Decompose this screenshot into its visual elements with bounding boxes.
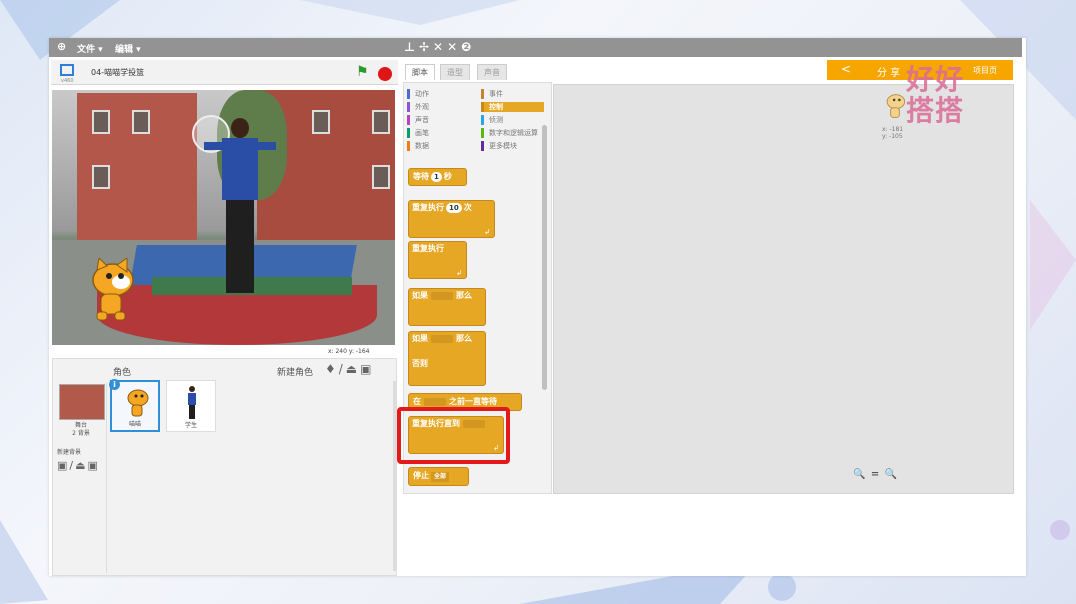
category-operators[interactable]: 数字和逻辑运算	[481, 128, 538, 138]
category-looks[interactable]: 外观	[407, 102, 429, 112]
globe-icon[interactable]: ⊕	[57, 40, 66, 53]
tab-costumes[interactable]: 造型	[440, 64, 470, 80]
block-stop[interactable]: 停止 全部	[408, 467, 469, 486]
loop-arrow-icon: ↲	[456, 269, 462, 277]
block-if-else-header: 如果 那么	[408, 331, 486, 347]
condition-slot[interactable]	[431, 291, 453, 300]
cat-thumbnail-icon	[127, 389, 149, 417]
window	[132, 110, 150, 134]
script-area[interactable]: x: -181 y: -105 🔍 = 🔍	[553, 84, 1014, 494]
block-else-label: 否则	[412, 359, 428, 368]
category-control[interactable]: 控制	[481, 102, 544, 112]
watermark-line2: 搭搭	[906, 94, 965, 127]
zoom-controls[interactable]: 🔍 = 🔍	[853, 469, 898, 480]
palette-scrollbar[interactable]	[542, 125, 547, 390]
mouse-coordinates: x: 240 y: -164	[328, 348, 370, 355]
stage-thumbnail[interactable]	[59, 384, 105, 420]
student-head	[231, 118, 249, 138]
toolbar-icons[interactable]: ⊥✢✕✕❷	[404, 40, 475, 54]
block-stop-label: 停止	[413, 471, 429, 480]
sprite-tile-cat[interactable]: i 喵喵	[109, 379, 160, 432]
current-sprite-icon	[886, 94, 906, 118]
stage-label: 舞台 2 背景	[66, 422, 96, 438]
block-if-label: 如果	[412, 291, 428, 300]
sprite-position: x: -181 y: -105	[882, 126, 903, 140]
category-more-blocks[interactable]: 更多模块	[481, 141, 517, 151]
new-sprite-label: 新建角色	[277, 368, 314, 378]
fullscreen-icon[interactable]	[60, 64, 74, 76]
sprite-x: x: -181	[882, 126, 904, 133]
category-pen[interactable]: 画笔	[407, 128, 429, 138]
watermark: 好好 搭搭	[906, 64, 964, 126]
stop-option-dropdown[interactable]: 全部	[431, 472, 450, 482]
sprites-panel: 角色 新建角色 ♦/⏏▣ 舞台 2 背景 新建背景 ▣/⏏▣ i 喵喵 学生	[52, 358, 397, 576]
green-flag-icon[interactable]: ⚑	[356, 64, 369, 80]
window	[92, 110, 110, 134]
category-sound[interactable]: 声音	[407, 115, 429, 125]
file-menu[interactable]: 文件 ▾	[77, 42, 103, 55]
stage-thumbnail-column: 舞台 2 背景 新建背景 ▣/⏏▣	[56, 383, 107, 573]
student-thumbnail-icon	[188, 386, 196, 419]
block-wait-label: 等待	[413, 172, 429, 181]
block-repeat-unit: 次	[463, 203, 472, 212]
window	[92, 165, 110, 189]
new-sprite-icons[interactable]: ♦/⏏▣	[325, 362, 374, 376]
block-then-label: 那么	[456, 291, 472, 300]
new-backdrop-icons[interactable]: ▣/⏏▣	[57, 459, 100, 472]
info-icon[interactable]: i	[109, 379, 120, 390]
stage-canvas[interactable]	[52, 90, 395, 345]
block-else-row: 否则	[408, 356, 434, 372]
scratch-cat-sprite[interactable]	[87, 258, 135, 322]
block-forever-header: 重复执行	[408, 241, 467, 257]
project-page-link[interactable]: 项目页	[973, 65, 997, 76]
category-sensing[interactable]: 侦测	[481, 115, 503, 125]
stage-label-line1: 舞台	[74, 422, 87, 429]
watermark-line1: 好好	[906, 63, 965, 96]
window	[312, 110, 330, 134]
sprites-label: 角色	[113, 368, 132, 378]
block-repeat-label: 重复执行	[412, 203, 444, 212]
category-data[interactable]: 数据	[407, 141, 429, 151]
share-button[interactable]: 分 享	[877, 64, 900, 79]
block-repeat-value[interactable]: 10	[446, 203, 462, 213]
edit-menu[interactable]: 编辑 ▾	[115, 42, 141, 55]
share-icon[interactable]: <	[841, 62, 851, 76]
sprite-tile-student[interactable]: 学生	[166, 380, 216, 432]
version-label: v460	[61, 78, 74, 84]
student-body	[222, 138, 258, 200]
window	[372, 165, 390, 189]
category-motion[interactable]: 动作	[407, 89, 429, 99]
stage-header: v460 04-喵喵学投篮 ⚑	[51, 60, 398, 85]
highlight-box	[397, 407, 510, 464]
tab-scripts[interactable]: 脚本	[405, 64, 435, 80]
block-wait-until-suffix: 之前一直等待	[449, 397, 497, 406]
block-forever-label: 重复执行	[412, 244, 444, 253]
project-title[interactable]: 04-喵喵学投篮	[91, 67, 144, 78]
block-wait-unit: 秒	[443, 172, 452, 181]
tab-sounds[interactable]: 声音	[477, 64, 507, 80]
stage-backdrop-count: 2 背景	[72, 430, 90, 437]
new-backdrop-label: 新建背景	[57, 449, 82, 456]
menubar: ⊕ 文件 ▾ 编辑 ▾ ⊥✢✕✕❷	[49, 38, 1022, 57]
block-then-label: 那么	[456, 334, 472, 343]
stop-sign-icon[interactable]	[378, 67, 392, 81]
block-repeat-header: 重复执行 10 次	[408, 200, 495, 216]
sprite-name: 学生	[184, 422, 197, 429]
block-if-label: 如果	[412, 334, 428, 343]
sprite-y: y: -105	[882, 133, 903, 140]
block-if-then-header: 如果 那么	[408, 288, 486, 304]
loop-arrow-icon: ↲	[484, 228, 490, 236]
block-wait[interactable]: 等待 1 秒	[408, 168, 467, 186]
sprite-name: 喵喵	[128, 421, 141, 428]
condition-slot[interactable]	[431, 334, 453, 343]
student-legs	[226, 200, 254, 293]
condition-slot[interactable]	[424, 397, 446, 406]
block-wait-value[interactable]: 1	[431, 172, 442, 182]
category-events[interactable]: 事件	[481, 89, 503, 99]
block-wait-until-label: 在	[413, 397, 421, 406]
window	[372, 110, 390, 134]
